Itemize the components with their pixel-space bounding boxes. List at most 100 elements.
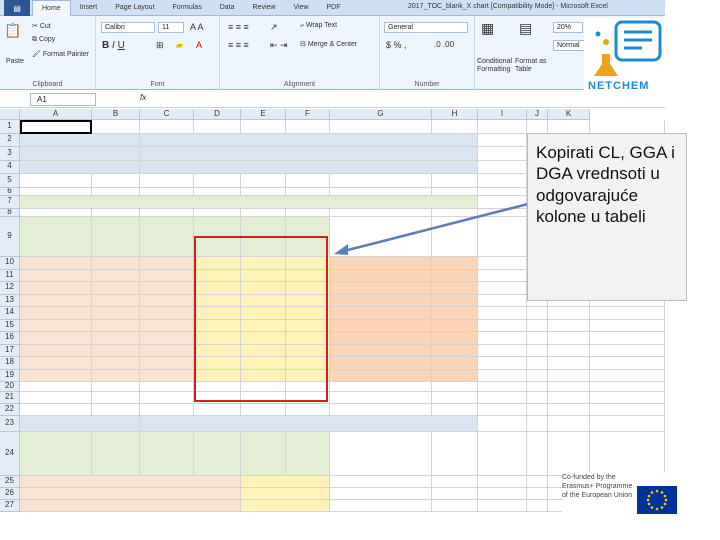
grid-cell[interactable] bbox=[330, 174, 432, 188]
grid-cell[interactable] bbox=[330, 476, 432, 488]
grid-cell[interactable] bbox=[330, 404, 432, 416]
format-as-table-button[interactable]: Format as Table bbox=[515, 58, 549, 73]
grid-cell[interactable] bbox=[194, 209, 241, 217]
grid-cell[interactable] bbox=[194, 404, 241, 416]
data-cell[interactable] bbox=[20, 369, 92, 382]
grid-cell[interactable] bbox=[432, 476, 478, 488]
bold-button[interactable]: B I U bbox=[102, 40, 125, 51]
grid-cell[interactable] bbox=[527, 416, 548, 432]
stat-label[interactable] bbox=[330, 282, 432, 295]
grid-cell[interactable] bbox=[92, 404, 140, 416]
row-header[interactable]: 3 bbox=[0, 147, 20, 161]
grid-cell[interactable] bbox=[478, 294, 527, 307]
column-header-j[interactable]: J bbox=[527, 109, 548, 120]
row-header[interactable]: 11 bbox=[0, 269, 20, 282]
grid-cell[interactable] bbox=[590, 404, 665, 416]
grid-cell[interactable] bbox=[20, 187, 92, 196]
row-header[interactable]: 8 bbox=[0, 209, 20, 217]
grid-cell[interactable] bbox=[432, 488, 478, 500]
align-top-icon[interactable]: ≡ ≡ ≡ bbox=[228, 22, 249, 32]
grid-cell[interactable] bbox=[330, 488, 432, 500]
row-header[interactable]: 22 bbox=[0, 404, 20, 416]
data-cell[interactable] bbox=[92, 344, 140, 357]
measured-header-no[interactable] bbox=[20, 432, 92, 476]
data-cell[interactable] bbox=[140, 269, 194, 282]
grid-cell[interactable] bbox=[590, 357, 665, 370]
column-header-d[interactable]: D bbox=[194, 109, 241, 120]
row-header[interactable]: 19 bbox=[0, 369, 20, 382]
grid-cell[interactable] bbox=[527, 307, 548, 320]
grid-cell[interactable] bbox=[140, 187, 194, 196]
column-header-e[interactable]: E bbox=[241, 109, 286, 120]
data-cell[interactable] bbox=[92, 282, 140, 295]
stat-blank[interactable] bbox=[330, 344, 432, 357]
measured-input-cell[interactable] bbox=[20, 500, 241, 512]
grid-cell[interactable] bbox=[478, 269, 527, 282]
measured-header-ucl[interactable] bbox=[241, 432, 286, 476]
grid-cell[interactable] bbox=[478, 147, 527, 161]
grid-cell[interactable] bbox=[330, 432, 432, 476]
grid-cell[interactable] bbox=[20, 174, 92, 188]
font-name-select[interactable]: Calibri bbox=[101, 22, 155, 33]
method-value[interactable] bbox=[140, 133, 478, 147]
grid-cell[interactable] bbox=[527, 332, 548, 345]
insert-function-icon[interactable]: fx bbox=[140, 93, 146, 102]
row-header[interactable]: 9 bbox=[0, 217, 20, 257]
row-header[interactable]: 1 bbox=[0, 120, 20, 134]
grid-cell[interactable] bbox=[140, 209, 194, 217]
data-cell[interactable] bbox=[140, 257, 194, 270]
column-header-f[interactable]: F bbox=[286, 109, 330, 120]
grid-cell[interactable] bbox=[432, 392, 478, 404]
grid-cell[interactable] bbox=[140, 120, 194, 134]
grid-cell[interactable] bbox=[590, 392, 665, 404]
column-header-i[interactable]: I bbox=[478, 109, 527, 120]
file-menu-icon[interactable]: ▤ bbox=[4, 0, 30, 16]
paste-button[interactable]: Paste bbox=[6, 58, 24, 65]
row-header[interactable]: 12 bbox=[0, 282, 20, 295]
grid-cell[interactable] bbox=[194, 187, 241, 196]
column-header-k[interactable]: K bbox=[548, 109, 590, 120]
data-cell[interactable] bbox=[92, 332, 140, 345]
grow-font-icon[interactable]: A A bbox=[190, 22, 204, 32]
stat-blank[interactable] bbox=[432, 357, 478, 370]
grid-cell[interactable] bbox=[548, 120, 590, 134]
stat-value[interactable] bbox=[432, 294, 478, 307]
data-cell[interactable] bbox=[140, 332, 194, 345]
grid-cell[interactable] bbox=[548, 307, 590, 320]
grid-cell[interactable] bbox=[92, 174, 140, 188]
column-header-h[interactable]: H bbox=[432, 109, 478, 120]
grid-cell[interactable] bbox=[92, 382, 140, 392]
indent-icon[interactable]: ⇤ ⇥ bbox=[270, 40, 288, 51]
tab-insert[interactable]: Insert bbox=[71, 0, 107, 16]
style-normal-button[interactable]: Normal bbox=[553, 40, 585, 51]
grid-cell[interactable] bbox=[194, 174, 241, 188]
header-obtained-value[interactable] bbox=[140, 217, 194, 257]
measured-values-title[interactable] bbox=[20, 416, 140, 432]
grid-cell[interactable] bbox=[590, 432, 665, 476]
grid-cell[interactable] bbox=[330, 382, 432, 392]
merge-center-button[interactable]: ⊟ Merge & Center bbox=[300, 40, 357, 48]
grid-cell[interactable] bbox=[432, 404, 478, 416]
grid-cell[interactable] bbox=[548, 344, 590, 357]
data-cell[interactable] bbox=[20, 257, 92, 270]
row-header[interactable]: 21 bbox=[0, 392, 20, 404]
grid-cell[interactable] bbox=[478, 174, 527, 188]
data-cell[interactable] bbox=[20, 269, 92, 282]
grid-cell[interactable] bbox=[478, 319, 527, 332]
grid-cell[interactable] bbox=[92, 392, 140, 404]
grid-cell[interactable] bbox=[548, 319, 590, 332]
data-cell[interactable] bbox=[140, 357, 194, 370]
stat-blank[interactable] bbox=[330, 357, 432, 370]
row-header[interactable]: 18 bbox=[0, 357, 20, 370]
data-cell[interactable] bbox=[92, 257, 140, 270]
grid-cell[interactable] bbox=[478, 344, 527, 357]
measured-header-expected[interactable] bbox=[194, 432, 241, 476]
grid-cell[interactable] bbox=[478, 282, 527, 295]
grid-cell[interactable] bbox=[286, 404, 330, 416]
data-cell[interactable] bbox=[140, 319, 194, 332]
stat-blank[interactable] bbox=[432, 344, 478, 357]
grid-cell[interactable] bbox=[432, 174, 478, 188]
measured-header-obtained[interactable] bbox=[140, 432, 194, 476]
stat-value[interactable] bbox=[432, 319, 478, 332]
measured-header-lcl[interactable] bbox=[286, 432, 330, 476]
